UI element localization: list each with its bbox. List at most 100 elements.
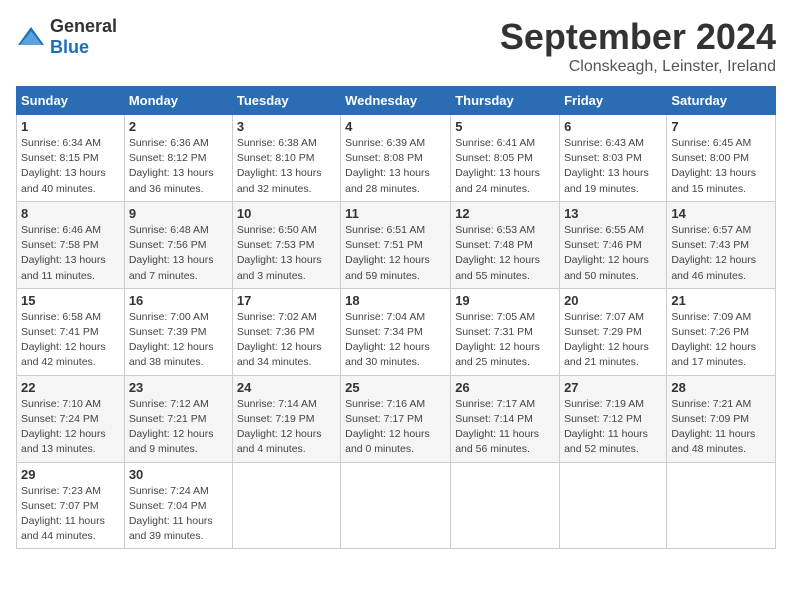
day-number: 3 (237, 119, 336, 134)
day-info: Sunrise: 7:04 AMSunset: 7:34 PMDaylight:… (345, 310, 446, 371)
calendar-cell: 28 Sunrise: 7:21 AMSunset: 7:09 PMDaylig… (667, 375, 776, 462)
day-number: 4 (345, 119, 446, 134)
week-row-4: 22 Sunrise: 7:10 AMSunset: 7:24 PMDaylig… (17, 375, 776, 462)
day-info: Sunrise: 6:48 AMSunset: 7:56 PMDaylight:… (129, 223, 228, 284)
calendar-cell: 6 Sunrise: 6:43 AMSunset: 8:03 PMDayligh… (560, 115, 667, 202)
day-info: Sunrise: 7:00 AMSunset: 7:39 PMDaylight:… (129, 310, 228, 371)
day-number: 14 (671, 206, 771, 221)
day-info: Sunrise: 6:58 AMSunset: 7:41 PMDaylight:… (21, 310, 120, 371)
day-info: Sunrise: 7:14 AMSunset: 7:19 PMDaylight:… (237, 397, 336, 458)
title-area: September 2024 Clonskeagh, Leinster, Ire… (500, 16, 776, 76)
day-number: 17 (237, 293, 336, 308)
calendar-cell: 8 Sunrise: 6:46 AMSunset: 7:58 PMDayligh… (17, 201, 125, 288)
col-tuesday: Tuesday (232, 87, 340, 115)
day-info: Sunrise: 7:02 AMSunset: 7:36 PMDaylight:… (237, 310, 336, 371)
day-info: Sunrise: 6:57 AMSunset: 7:43 PMDaylight:… (671, 223, 771, 284)
day-info: Sunrise: 7:23 AMSunset: 7:07 PMDaylight:… (21, 484, 120, 545)
month-title: September 2024 (500, 16, 776, 58)
day-number: 20 (564, 293, 662, 308)
calendar-cell: 27 Sunrise: 7:19 AMSunset: 7:12 PMDaylig… (560, 375, 667, 462)
day-info: Sunrise: 6:45 AMSunset: 8:00 PMDaylight:… (671, 136, 771, 197)
day-number: 2 (129, 119, 228, 134)
day-number: 7 (671, 119, 771, 134)
calendar-cell: 21 Sunrise: 7:09 AMSunset: 7:26 PMDaylig… (667, 288, 776, 375)
day-info: Sunrise: 6:50 AMSunset: 7:53 PMDaylight:… (237, 223, 336, 284)
col-sunday: Sunday (17, 87, 125, 115)
day-info: Sunrise: 6:46 AMSunset: 7:58 PMDaylight:… (21, 223, 120, 284)
day-number: 10 (237, 206, 336, 221)
day-info: Sunrise: 6:43 AMSunset: 8:03 PMDaylight:… (564, 136, 662, 197)
week-row-1: 1 Sunrise: 6:34 AMSunset: 8:15 PMDayligh… (17, 115, 776, 202)
day-info: Sunrise: 7:10 AMSunset: 7:24 PMDaylight:… (21, 397, 120, 458)
day-number: 8 (21, 206, 120, 221)
calendar-cell: 10 Sunrise: 6:50 AMSunset: 7:53 PMDaylig… (232, 201, 340, 288)
calendar-cell (341, 462, 451, 549)
col-thursday: Thursday (451, 87, 560, 115)
calendar-cell: 16 Sunrise: 7:00 AMSunset: 7:39 PMDaylig… (124, 288, 232, 375)
calendar-cell: 20 Sunrise: 7:07 AMSunset: 7:29 PMDaylig… (560, 288, 667, 375)
col-friday: Friday (560, 87, 667, 115)
day-number: 6 (564, 119, 662, 134)
col-saturday: Saturday (667, 87, 776, 115)
day-info: Sunrise: 6:55 AMSunset: 7:46 PMDaylight:… (564, 223, 662, 284)
day-info: Sunrise: 6:34 AMSunset: 8:15 PMDaylight:… (21, 136, 120, 197)
page-header: General Blue September 2024 Clonskeagh, … (16, 16, 776, 76)
day-info: Sunrise: 6:38 AMSunset: 8:10 PMDaylight:… (237, 136, 336, 197)
day-info: Sunrise: 7:19 AMSunset: 7:12 PMDaylight:… (564, 397, 662, 458)
calendar-cell: 13 Sunrise: 6:55 AMSunset: 7:46 PMDaylig… (560, 201, 667, 288)
day-number: 19 (455, 293, 555, 308)
day-number: 16 (129, 293, 228, 308)
day-number: 28 (671, 380, 771, 395)
calendar-cell: 1 Sunrise: 6:34 AMSunset: 8:15 PMDayligh… (17, 115, 125, 202)
day-info: Sunrise: 6:39 AMSunset: 8:08 PMDaylight:… (345, 136, 446, 197)
calendar-table: Sunday Monday Tuesday Wednesday Thursday… (16, 86, 776, 549)
day-number: 13 (564, 206, 662, 221)
day-number: 5 (455, 119, 555, 134)
location-title: Clonskeagh, Leinster, Ireland (500, 58, 776, 76)
calendar-cell (667, 462, 776, 549)
day-number: 26 (455, 380, 555, 395)
calendar-cell: 7 Sunrise: 6:45 AMSunset: 8:00 PMDayligh… (667, 115, 776, 202)
calendar-cell: 24 Sunrise: 7:14 AMSunset: 7:19 PMDaylig… (232, 375, 340, 462)
calendar-cell: 26 Sunrise: 7:17 AMSunset: 7:14 PMDaylig… (451, 375, 560, 462)
logo-text: General Blue (50, 16, 117, 58)
calendar-cell (560, 462, 667, 549)
col-monday: Monday (124, 87, 232, 115)
day-info: Sunrise: 6:51 AMSunset: 7:51 PMDaylight:… (345, 223, 446, 284)
calendar-cell: 25 Sunrise: 7:16 AMSunset: 7:17 PMDaylig… (341, 375, 451, 462)
week-row-2: 8 Sunrise: 6:46 AMSunset: 7:58 PMDayligh… (17, 201, 776, 288)
week-row-3: 15 Sunrise: 6:58 AMSunset: 7:41 PMDaylig… (17, 288, 776, 375)
col-wednesday: Wednesday (341, 87, 451, 115)
day-number: 18 (345, 293, 446, 308)
day-number: 15 (21, 293, 120, 308)
calendar-cell: 29 Sunrise: 7:23 AMSunset: 7:07 PMDaylig… (17, 462, 125, 549)
calendar-cell: 9 Sunrise: 6:48 AMSunset: 7:56 PMDayligh… (124, 201, 232, 288)
day-number: 11 (345, 206, 446, 221)
day-number: 25 (345, 380, 446, 395)
calendar-cell: 5 Sunrise: 6:41 AMSunset: 8:05 PMDayligh… (451, 115, 560, 202)
day-number: 30 (129, 467, 228, 482)
calendar-cell (232, 462, 340, 549)
day-number: 22 (21, 380, 120, 395)
day-number: 29 (21, 467, 120, 482)
day-number: 21 (671, 293, 771, 308)
day-info: Sunrise: 7:16 AMSunset: 7:17 PMDaylight:… (345, 397, 446, 458)
day-number: 1 (21, 119, 120, 134)
day-info: Sunrise: 7:12 AMSunset: 7:21 PMDaylight:… (129, 397, 228, 458)
logo-icon (16, 25, 46, 49)
day-info: Sunrise: 7:21 AMSunset: 7:09 PMDaylight:… (671, 397, 771, 458)
header-row: Sunday Monday Tuesday Wednesday Thursday… (17, 87, 776, 115)
day-info: Sunrise: 6:41 AMSunset: 8:05 PMDaylight:… (455, 136, 555, 197)
day-info: Sunrise: 7:05 AMSunset: 7:31 PMDaylight:… (455, 310, 555, 371)
day-number: 27 (564, 380, 662, 395)
day-info: Sunrise: 7:17 AMSunset: 7:14 PMDaylight:… (455, 397, 555, 458)
logo: General Blue (16, 16, 117, 58)
calendar-cell: 23 Sunrise: 7:12 AMSunset: 7:21 PMDaylig… (124, 375, 232, 462)
day-number: 24 (237, 380, 336, 395)
day-number: 23 (129, 380, 228, 395)
calendar-cell: 2 Sunrise: 6:36 AMSunset: 8:12 PMDayligh… (124, 115, 232, 202)
calendar-cell: 4 Sunrise: 6:39 AMSunset: 8:08 PMDayligh… (341, 115, 451, 202)
calendar-cell: 17 Sunrise: 7:02 AMSunset: 7:36 PMDaylig… (232, 288, 340, 375)
day-info: Sunrise: 7:09 AMSunset: 7:26 PMDaylight:… (671, 310, 771, 371)
calendar-cell (451, 462, 560, 549)
